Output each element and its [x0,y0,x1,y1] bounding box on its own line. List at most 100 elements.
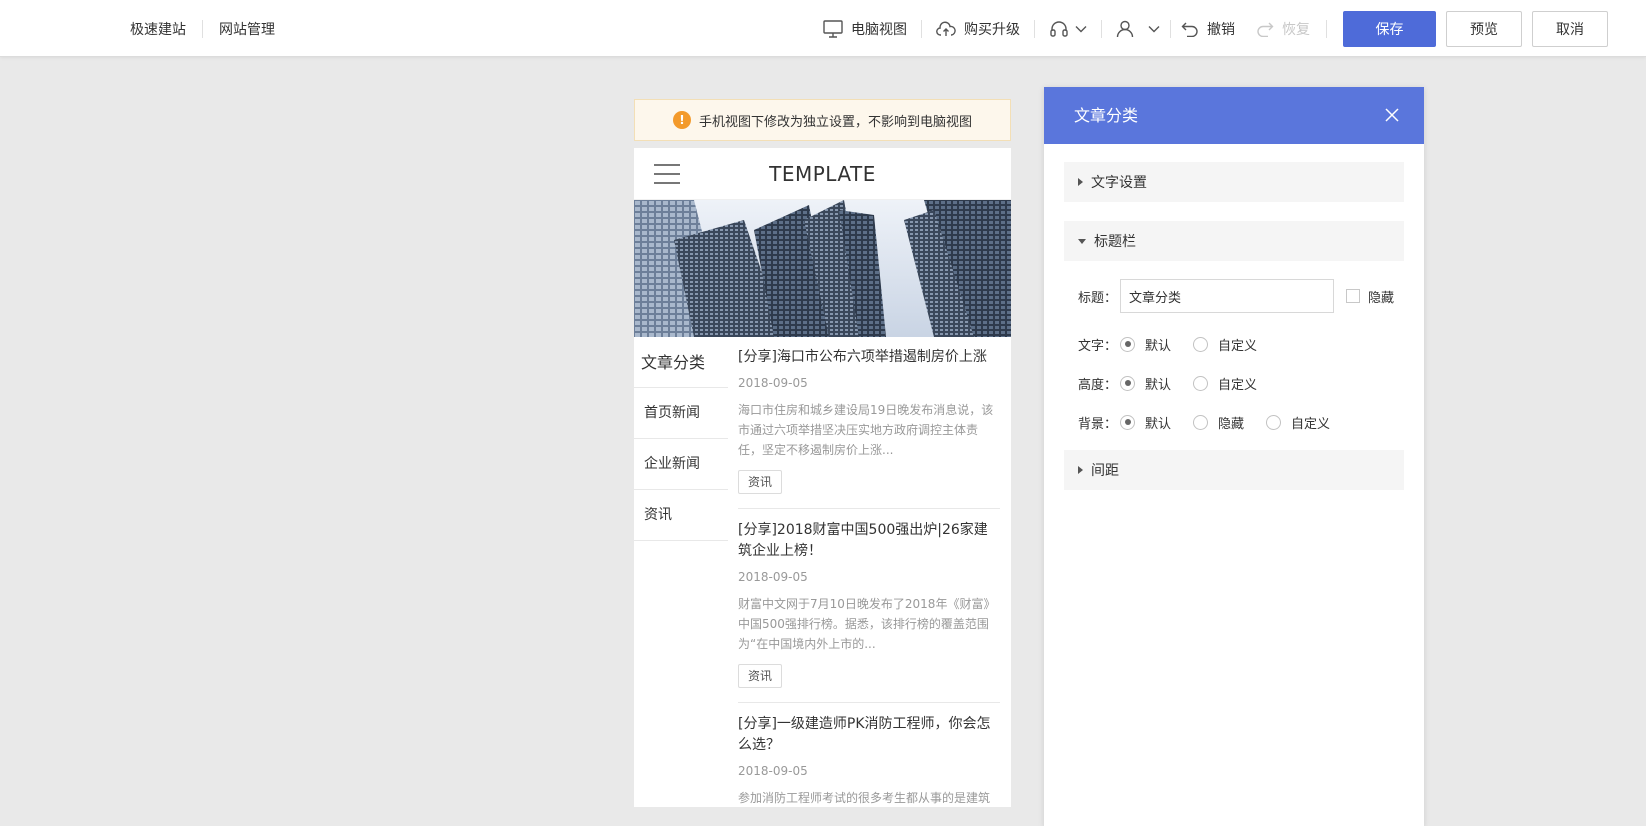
user-dropdown[interactable] [1116,20,1160,38]
radio[interactable] [1193,336,1209,352]
skyscraper-image [634,200,1011,337]
caret-right-icon [1078,466,1083,474]
height-label: 高度： [1078,377,1118,393]
article-list: [分享]海口市公布六项举措遏制房价上涨 2018-09-05 海口市住房和城乡建… [738,337,1000,807]
category-item[interactable]: 资讯 [634,490,728,541]
category-item[interactable]: 首页新闻 [634,388,728,439]
height-custom-option[interactable]: 自定义 [1193,374,1257,393]
category-item[interactable]: 企业新闻 [634,439,728,490]
toolbar-divider [1101,19,1102,38]
article-date: 2018-09-05 [738,764,808,778]
title-input[interactable] [1120,279,1334,313]
text-label: 文字： [1078,338,1118,354]
text-default-option[interactable]: 默认 [1120,335,1171,354]
toolbar-divider [1034,19,1035,38]
option-label: 隐藏 [1218,416,1245,432]
radio-selected[interactable] [1120,414,1135,430]
category-header[interactable]: 文章分类 [634,337,728,388]
option-label: 自定义 [1218,338,1258,354]
undo-button[interactable]: 撤销 [1181,19,1235,39]
mobile-header: TEMPLATE [634,148,1011,200]
close-button[interactable] [1384,107,1400,123]
mobile-view-notice: ! 手机视图下修改为独立设置，不影响到电脑视图 [634,99,1011,141]
bg-custom-option[interactable]: 自定义 [1266,413,1330,432]
article-title[interactable]: [分享]2018财富中国500强出炉|26家建筑企业上榜！ [738,520,1000,562]
article-date: 2018-09-05 [738,570,808,584]
article-item: [分享]海口市公布六项举措遏制房价上涨 2018-09-05 海口市住房和城乡建… [738,337,1000,509]
article-tag[interactable]: 资讯 [738,470,783,494]
article-title[interactable]: [分享]海口市公布六项举措遏制房价上涨 [738,347,1000,368]
chevron-down-icon [1075,25,1087,32]
chevron-down-icon [1148,25,1160,32]
redo-icon [1257,22,1274,37]
cancel-button[interactable]: 取消 [1532,10,1608,47]
radio[interactable] [1266,414,1282,430]
redo-button[interactable]: 恢复 [1256,19,1310,39]
caret-down-icon [1078,238,1086,244]
option-label: 自定义 [1291,416,1331,432]
background-label: 背景： [1078,416,1118,432]
article-item: [分享]一级建造师PK消防工程师，你会怎么选？ 2018-09-05 参加消防工… [738,704,1000,807]
site-title: TEMPLATE [769,162,876,186]
hide-checkbox[interactable] [1346,289,1360,303]
support-dropdown[interactable] [1049,20,1087,38]
user-icon [1116,20,1134,37]
article-item: [分享]2018财富中国500强出炉|26家建筑企业上榜！ 2018-09-05… [738,510,1000,703]
save-button[interactable]: 保存 [1343,10,1436,47]
headset-icon [1050,20,1068,37]
option-label: 默认 [1145,338,1172,354]
section-title-bar[interactable]: 标题栏 [1064,221,1404,261]
banner-image [634,200,1011,337]
text-custom-option[interactable]: 自定义 [1193,335,1257,354]
nav-site-manage[interactable]: 网站管理 [203,19,291,39]
pc-view-button[interactable]: 电脑视图 [823,19,907,39]
preview-button[interactable]: 预览 [1446,10,1522,47]
article-summary: 财富中文网于7月10日晚发布了2018年《财富》中国500强排行榜。据悉，该排行… [738,597,996,651]
article-tag[interactable]: 资讯 [738,664,783,688]
section-label: 间距 [1091,463,1119,479]
radio-selected[interactable] [1120,375,1135,391]
panel-body: 文字设置 标题栏 标题： 隐藏 文字： 默认 自定义 高度： [1044,144,1424,490]
radio[interactable] [1193,375,1209,391]
height-default-option[interactable]: 默认 [1120,374,1171,393]
section-label: 文字设置 [1091,175,1147,191]
section-label: 标题栏 [1094,234,1136,250]
top-toolbar: 极速建站 网站管理 电脑视图 购买升级 撤销 恢复 保存 预览 取消 [0,0,1646,57]
radio-selected[interactable] [1120,336,1135,352]
height-row: 高度： 默认 自定义 [1078,372,1404,394]
pc-view-label: 电脑视图 [851,21,907,38]
close-icon [1385,108,1399,122]
category-list: 文章分类 首页新闻 企业新闻 资讯 [634,337,728,541]
notice-text: 手机视图下修改为独立设置，不影响到电脑视图 [698,114,972,130]
toolbar-divider [921,19,922,38]
undo-icon [1181,22,1198,37]
toolbar-divider [1326,19,1327,38]
top-nav: 极速建站 网站管理 [130,0,291,57]
cloud-upload-icon [936,21,956,36]
title-label: 标题： [1078,290,1118,306]
panel-title: 文章分类 [1074,106,1139,125]
caret-right-icon [1078,178,1083,186]
mobile-preview: TEMPLATE 文章分类 首页新闻 企业新闻 资讯 [分享]海口市公布六项举措… [634,148,1011,807]
panel-header: 文章分类 [1044,87,1424,144]
info-icon: ! [672,111,691,129]
toolbar-actions: 电脑视图 购买升级 撤销 恢复 保存 预览 取消 [823,0,1646,57]
title-row: 标题： 隐藏 [1078,279,1404,313]
option-label: 默认 [1145,416,1172,432]
toolbar-divider [1245,20,1246,38]
article-date: 2018-09-05 [738,376,808,390]
undo-label: 撤销 [1207,21,1235,38]
monitor-icon [823,19,843,38]
nav-quick-build[interactable]: 极速建站 [130,19,202,39]
option-label: 自定义 [1218,377,1258,393]
redo-label: 恢复 [1282,21,1310,38]
option-label: 默认 [1145,377,1172,393]
radio[interactable] [1193,414,1209,430]
section-spacing[interactable]: 间距 [1064,450,1404,490]
bg-hide-option[interactable]: 隐藏 [1193,413,1244,432]
article-title[interactable]: [分享]一级建造师PK消防工程师，你会怎么选？ [738,714,1000,756]
upgrade-button[interactable]: 购买升级 [936,19,1020,39]
bg-default-option[interactable]: 默认 [1120,413,1171,432]
background-row: 背景： 默认 隐藏 自定义 [1078,411,1404,433]
section-text-settings[interactable]: 文字设置 [1064,162,1404,202]
